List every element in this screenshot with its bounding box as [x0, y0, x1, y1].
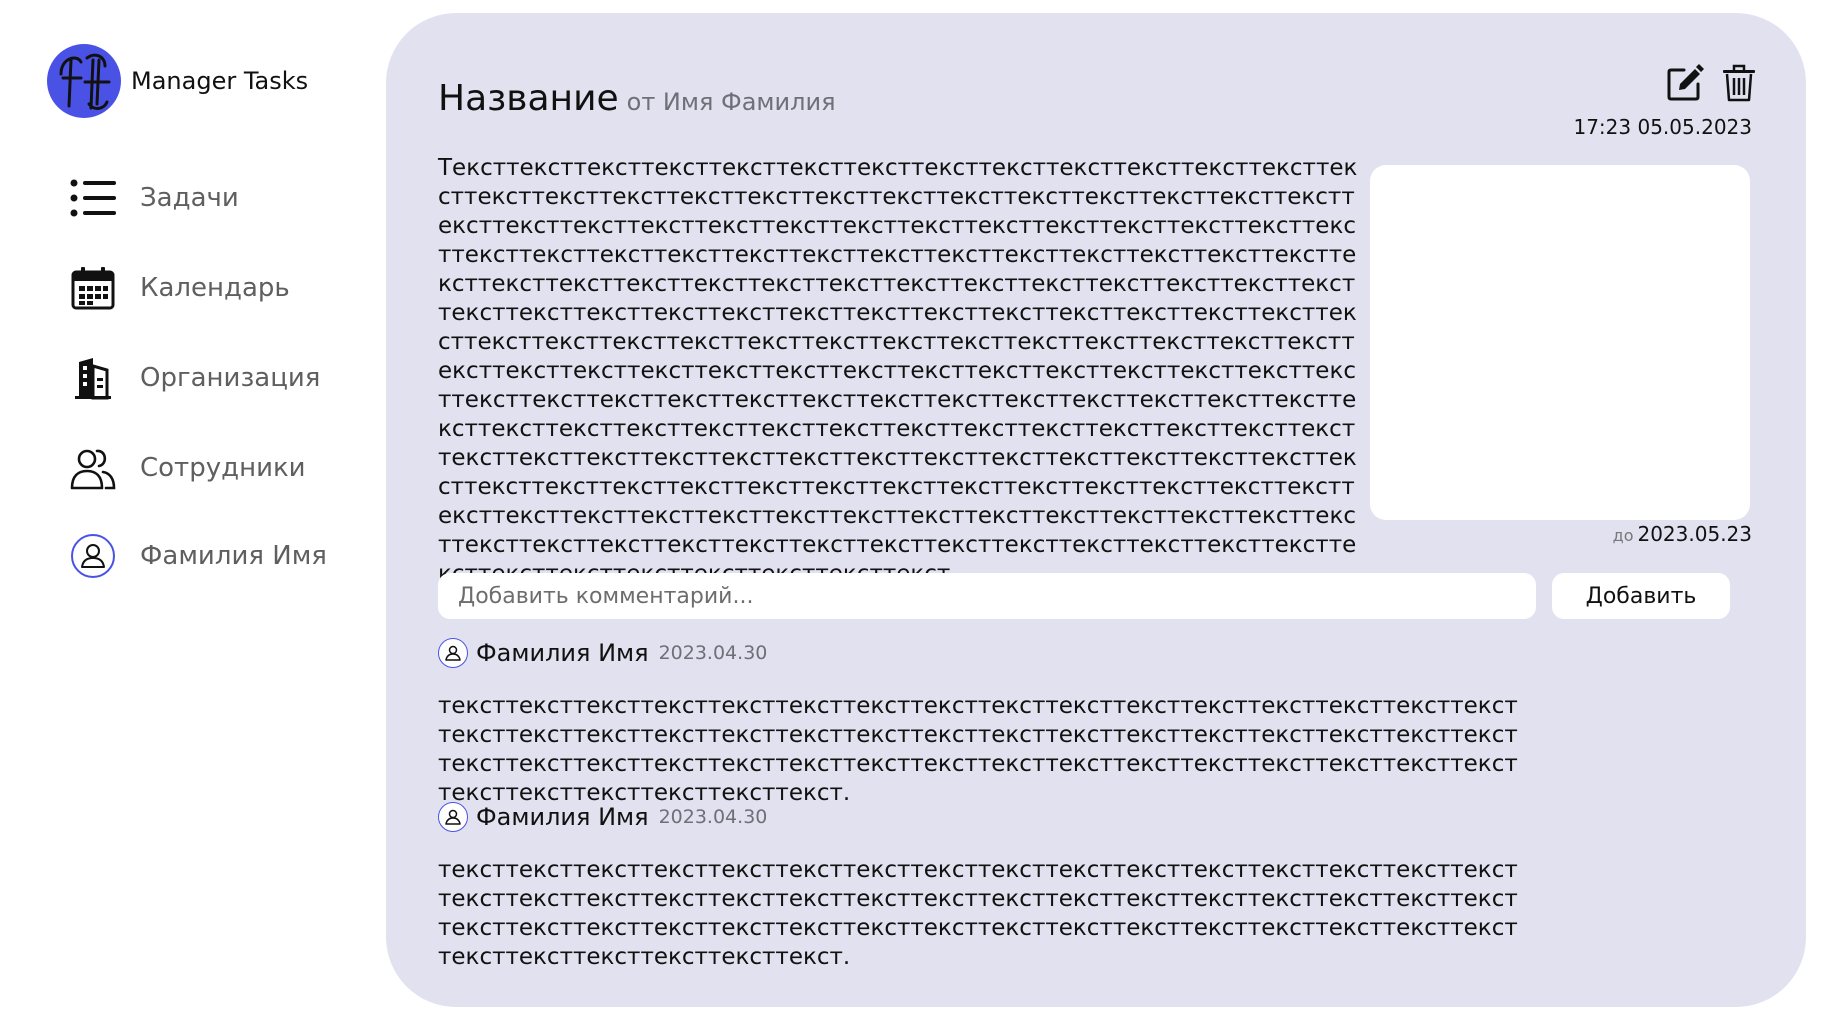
comment-header: Фамилия Имя 2023.04.30 — [438, 638, 1518, 668]
task-header: Название от Имя Фамилия — [438, 78, 836, 119]
comment-author: Фамилия Имя — [476, 639, 649, 667]
user-avatar-icon — [438, 802, 468, 832]
comment-date: 2023.04.30 — [658, 642, 768, 664]
sidebar-item-label: Сотрудники — [140, 453, 306, 483]
sidebar-item-label: Календарь — [140, 273, 290, 303]
comment-input[interactable] — [438, 573, 1536, 619]
sidebar-item-calendar[interactable]: Календарь — [70, 262, 290, 314]
logo-glyph-icon — [59, 53, 111, 110]
comment-text: тексттексттексттексттексттексттексттекст… — [438, 693, 1518, 806]
sidebar-item-label: Задачи — [140, 183, 239, 213]
task-attachment-area[interactable] — [1370, 165, 1750, 520]
user-avatar-icon — [438, 638, 468, 668]
comment-text: тексттексттексттексттексттексттексттекст… — [438, 857, 1518, 970]
sidebar-item-tasks[interactable]: Задачи — [70, 172, 239, 224]
sidebar-item-organization[interactable]: Организация — [70, 352, 320, 404]
deadline-prefix: до — [1612, 526, 1634, 545]
delete-button[interactable] — [1719, 62, 1759, 104]
task-author: от Имя Фамилия — [626, 88, 836, 116]
users-icon — [70, 445, 116, 491]
task-deadline: до 2023.05.23 — [1613, 522, 1752, 546]
task-description: Тексттексттексттексттексттексттексттекст… — [438, 155, 1358, 587]
app-name: Manager Tasks — [131, 67, 309, 95]
sidebar-item-label: Фамилия Имя — [140, 541, 327, 571]
task-created-datetime: 17:23 05.05.2023 — [1573, 115, 1752, 139]
trash-icon — [1723, 64, 1755, 102]
edit-button[interactable] — [1665, 62, 1705, 104]
add-comment-button[interactable]: Добавить — [1552, 573, 1730, 619]
list-icon — [70, 175, 116, 221]
comment-header: Фамилия Имя 2023.04.30 — [438, 802, 1518, 832]
task-actions — [1665, 62, 1759, 104]
building-icon — [70, 355, 116, 401]
comment-item: Фамилия Имя 2023.04.30 тексттексттекстте… — [438, 802, 1518, 972]
edit-icon — [1667, 64, 1704, 101]
task-title: Название — [438, 78, 619, 119]
comment-item: Фамилия Имя 2023.04.30 тексттексттекстте… — [438, 638, 1518, 808]
sidebar-item-label: Организация — [140, 363, 321, 393]
sidebar-item-profile[interactable]: Фамилия Имя — [70, 530, 327, 582]
comment-date: 2023.04.30 — [658, 806, 768, 828]
deadline-date: 2023.05.23 — [1637, 522, 1752, 546]
user-avatar-icon — [70, 533, 116, 579]
calendar-icon — [70, 265, 116, 311]
app-logo[interactable] — [47, 44, 121, 118]
sidebar-item-employees[interactable]: Сотрудники — [70, 442, 306, 494]
comment-author: Фамилия Имя — [476, 803, 649, 831]
